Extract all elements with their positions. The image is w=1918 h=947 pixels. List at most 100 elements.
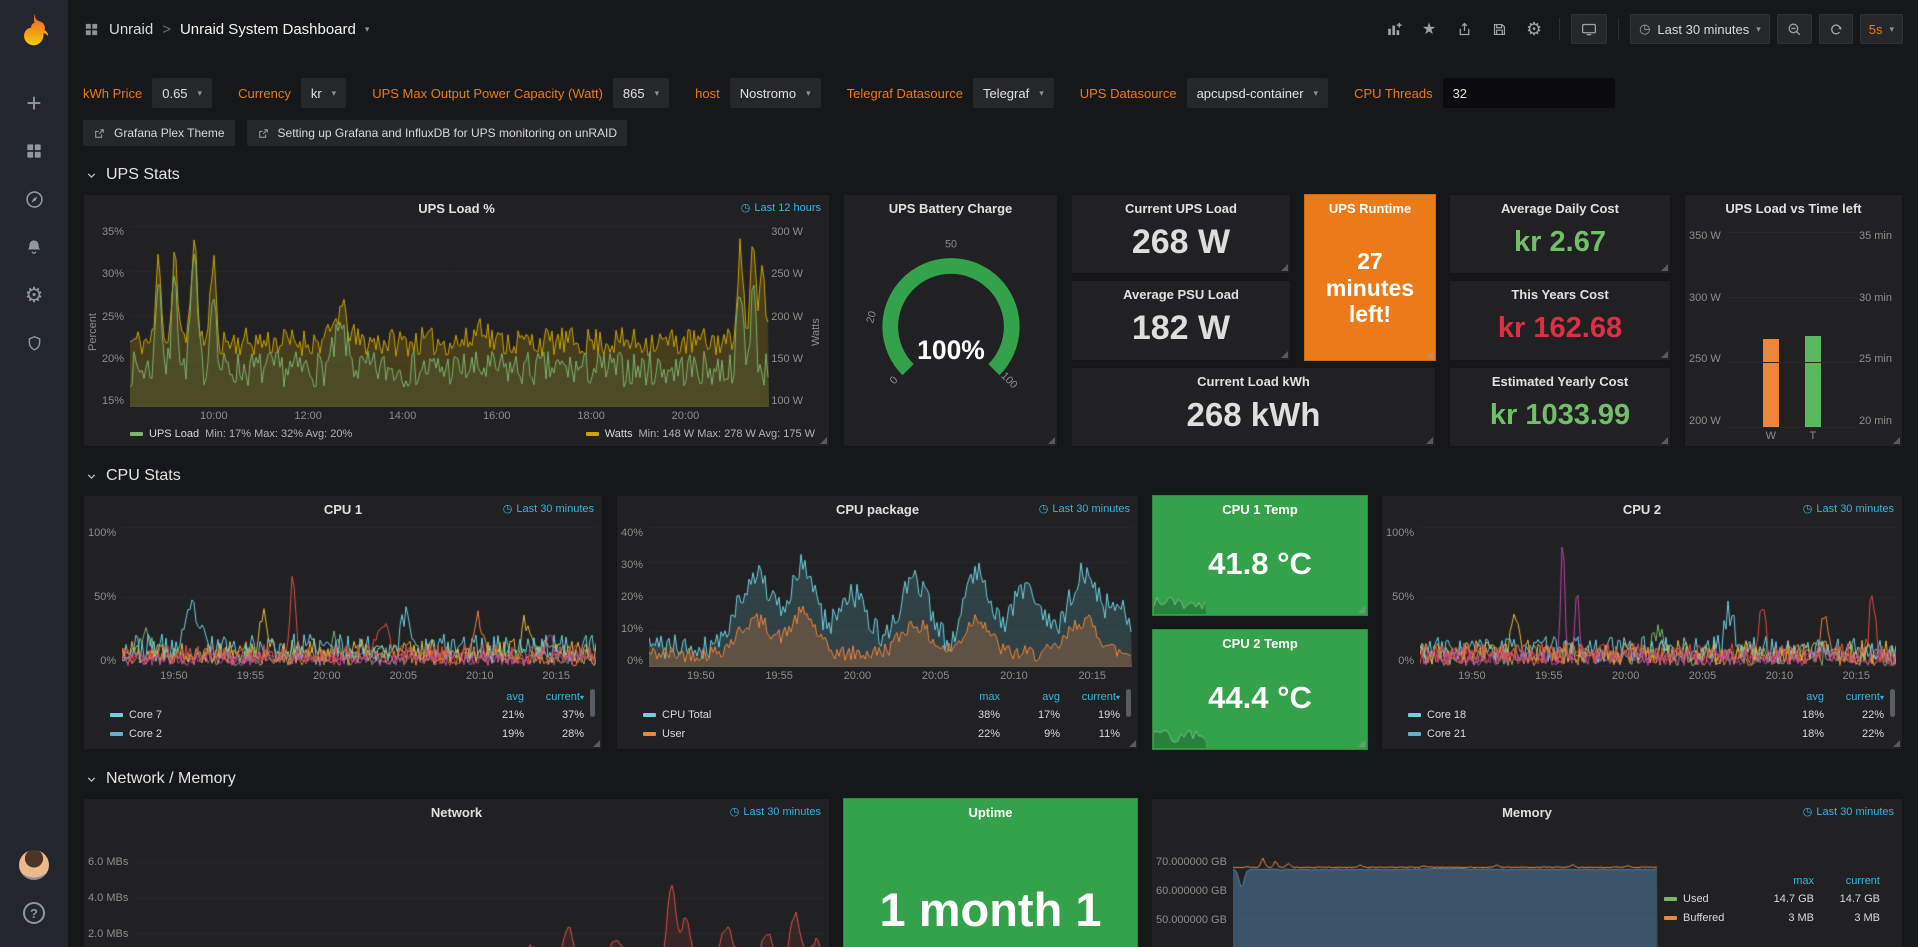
panel-header[interactable]: CPU 1 ◷ Last 30 minutes: [84, 496, 602, 523]
sidebar-item-configuration[interactable]: ⚙: [0, 271, 68, 319]
legend-column-avg[interactable]: avg: [1764, 691, 1824, 703]
panel-header[interactable]: CPU 1 Temp: [1153, 496, 1367, 523]
panel-title[interactable]: CPU 1 Temp: [1222, 502, 1298, 517]
row-header-network-memory[interactable]: Network / Memory: [83, 770, 1903, 788]
legend-series-name[interactable]: Used: [1664, 893, 1748, 905]
legend-series-name[interactable]: User: [643, 728, 940, 740]
legend-column-max[interactable]: max: [940, 691, 1000, 703]
save-button[interactable]: [1485, 15, 1513, 43]
variable-value-dropdown[interactable]: Nostromo ▾: [730, 78, 821, 108]
variable-value-dropdown[interactable]: 865 ▾: [613, 78, 669, 108]
legend-item[interactable]: Watts Min: 148 W Max: 278 W Avg: 175 W: [586, 428, 815, 440]
panel-time-override[interactable]: ◷ Last 12 hours: [741, 201, 821, 214]
link-ups-monitoring-guide[interactable]: Setting up Grafana and InfluxDB for UPS …: [247, 120, 628, 146]
zoom-out-button[interactable]: [1777, 14, 1812, 44]
legend-series-name[interactable]: CPU Total: [643, 709, 940, 721]
variable-value-dropdown[interactable]: Telegraf ▾: [973, 78, 1054, 108]
variable-value-dropdown[interactable]: kr ▾: [301, 78, 346, 108]
legend-series-name[interactable]: Core 21: [1408, 728, 1764, 740]
breadcrumb-app[interactable]: Unraid: [109, 21, 153, 38]
panel-header[interactable]: CPU 2 Temp: [1153, 630, 1367, 657]
legend-series-name[interactable]: Core 2: [110, 728, 464, 740]
sidebar-item-server-admin[interactable]: [0, 319, 68, 367]
refresh-interval-picker[interactable]: 5s ▾: [1860, 14, 1903, 44]
panel-header[interactable]: This Years Cost: [1450, 281, 1670, 308]
panel-header[interactable]: Network ◷ Last 30 minutes: [84, 799, 829, 826]
panel-title[interactable]: CPU package: [836, 502, 919, 517]
panel-title[interactable]: Current UPS Load: [1125, 201, 1237, 216]
panel-title[interactable]: Average PSU Load: [1123, 287, 1239, 302]
dashboard-title[interactable]: Unraid System Dashboard: [180, 21, 356, 38]
user-avatar-item[interactable]: [0, 841, 68, 889]
sidebar-item-help[interactable]: ?: [0, 889, 68, 937]
legend-column-max[interactable]: max: [1748, 875, 1814, 887]
panel-time-override[interactable]: ◷ Last 30 minutes: [503, 502, 594, 515]
panel-header[interactable]: UPS Battery Charge: [844, 195, 1057, 222]
panel-header[interactable]: Average Daily Cost: [1450, 195, 1670, 222]
grafana-logo[interactable]: [17, 12, 51, 49]
panel-header[interactable]: CPU package ◷ Last 30 minutes: [617, 496, 1138, 523]
panel-title[interactable]: UPS Runtime: [1329, 201, 1411, 216]
bar-time-left[interactable]: [1805, 336, 1821, 427]
dashboard-settings-button[interactable]: ⚙: [1520, 15, 1548, 43]
sidebar-item-explore[interactable]: [0, 175, 68, 223]
panel-time-override[interactable]: ◷ Last 30 minutes: [1803, 805, 1894, 818]
panel-header[interactable]: Current UPS Load: [1072, 195, 1290, 222]
legend-column-avg[interactable]: avg: [464, 691, 524, 703]
panel-header[interactable]: UPS Runtime: [1305, 195, 1435, 222]
bar-chart[interactable]: [1727, 232, 1857, 427]
bar-watts[interactable]: [1763, 339, 1779, 427]
legend-item[interactable]: UPS Load Min: 17% Max: 32% Avg: 20%: [130, 428, 352, 440]
ups-load-chart-canvas[interactable]: [130, 226, 769, 407]
panel-header[interactable]: Memory ◷ Last 30 minutes: [1152, 799, 1902, 826]
cpu2-chart-canvas[interactable]: [1420, 527, 1896, 667]
legend-column-current[interactable]: current▾: [1060, 691, 1120, 703]
legend-column-current[interactable]: current▾: [524, 691, 584, 703]
panel-title[interactable]: Network: [431, 805, 482, 820]
panel-title[interactable]: UPS Battery Charge: [889, 201, 1013, 216]
panel-title[interactable]: Average Daily Cost: [1501, 201, 1619, 216]
panel-header[interactable]: Current Load kWh: [1072, 368, 1435, 395]
panel-time-override[interactable]: ◷ Last 30 minutes: [730, 805, 821, 818]
panel-title[interactable]: CPU 1: [324, 502, 362, 517]
panel-title[interactable]: CPU 2 Temp: [1222, 636, 1298, 651]
legend-series-name[interactable]: Core 18: [1408, 709, 1764, 721]
sidebar-item-dashboards[interactable]: [0, 127, 68, 175]
panel-title[interactable]: Current Load kWh: [1197, 374, 1310, 389]
refresh-button[interactable]: [1819, 14, 1853, 44]
legend-series-name[interactable]: Buffered: [1664, 912, 1748, 924]
legend-column-current[interactable]: current: [1814, 875, 1880, 887]
panel-title[interactable]: Estimated Yearly Cost: [1492, 374, 1628, 389]
network-chart-canvas[interactable]: [134, 830, 823, 947]
time-range-picker[interactable]: ◷ Last 30 minutes ▾: [1630, 14, 1770, 44]
legend-scrollbar[interactable]: [590, 689, 595, 741]
share-button[interactable]: [1450, 15, 1478, 43]
row-header-cpu-stats[interactable]: CPU Stats: [83, 467, 1903, 485]
panel-header[interactable]: Uptime: [844, 799, 1137, 826]
memory-chart-canvas[interactable]: [1233, 830, 1658, 947]
link-grafana-plex-theme[interactable]: Grafana Plex Theme: [83, 120, 235, 146]
sidebar-item-alerting[interactable]: [0, 223, 68, 271]
cpu-package-chart-canvas[interactable]: [649, 527, 1132, 667]
legend-series-name[interactable]: Core 7: [110, 709, 464, 721]
caret-down-icon[interactable]: ▾: [365, 24, 370, 35]
panel-title[interactable]: Memory: [1502, 805, 1552, 820]
row-header-ups-stats[interactable]: UPS Stats: [83, 166, 1903, 184]
panel-header[interactable]: UPS Load vs Time left: [1685, 195, 1902, 222]
cpu1-chart-canvas[interactable]: [122, 527, 596, 667]
panel-title[interactable]: UPS Load %: [418, 201, 495, 216]
legend-column-avg[interactable]: avg: [1000, 691, 1060, 703]
panel-time-override[interactable]: ◷ Last 30 minutes: [1039, 502, 1130, 515]
mark-favorite-button[interactable]: ★: [1415, 15, 1443, 43]
cycle-view-button[interactable]: [1571, 14, 1607, 44]
panel-title[interactable]: Uptime: [968, 805, 1012, 820]
sidebar-item-create[interactable]: +: [0, 79, 68, 127]
variable-value-dropdown[interactable]: apcupsd-container ▾: [1187, 78, 1329, 108]
variable-value-dropdown[interactable]: 0.65 ▾: [152, 78, 212, 108]
panel-header[interactable]: UPS Load % ◷ Last 12 hours: [84, 195, 829, 222]
panel-header[interactable]: Average PSU Load: [1072, 281, 1290, 308]
legend-scrollbar[interactable]: [1890, 689, 1895, 741]
panel-header[interactable]: Estimated Yearly Cost: [1450, 368, 1670, 395]
panel-title[interactable]: CPU 2: [1623, 502, 1661, 517]
legend-column-current[interactable]: current▾: [1824, 691, 1884, 703]
